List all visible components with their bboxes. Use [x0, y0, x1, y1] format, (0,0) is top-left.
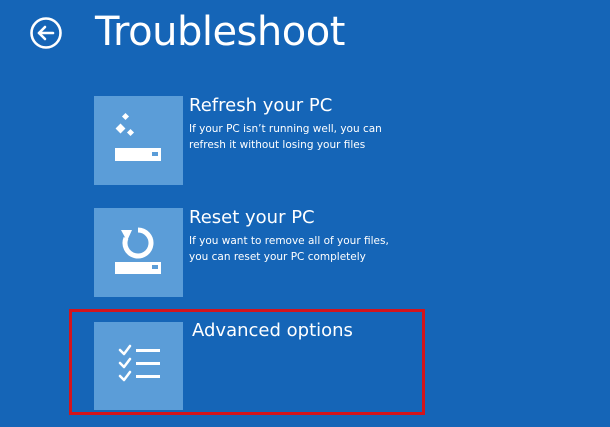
- reset-pc-icon: [115, 227, 161, 274]
- refresh-pc-title: Refresh your PC: [189, 95, 333, 116]
- refresh-pc-description: If your PC isn’t running well, you can r…: [189, 121, 382, 153]
- page-title: Troubleshoot: [95, 9, 345, 55]
- reset-pc-tile: [94, 208, 183, 297]
- refresh-pc-description-line: If your PC isn’t running well, you can: [189, 123, 382, 135]
- advanced-options-title: Advanced options: [192, 320, 353, 341]
- refresh-pc-description-line: refresh it without losing your files: [189, 139, 366, 151]
- reset-pc-description: If you want to remove all of your files,…: [189, 233, 389, 265]
- refresh-pc-icon: [115, 112, 161, 161]
- advanced-options-option[interactable]: Advanced options: [94, 320, 594, 414]
- refresh-pc-tile: [94, 96, 183, 185]
- back-arrow-icon: [30, 17, 62, 49]
- reset-pc-description-line: you can reset your PC completely: [189, 251, 366, 263]
- checklist-icon: [118, 344, 160, 382]
- refresh-pc-option[interactable]: Refresh your PC If your PC isn’t running…: [94, 95, 594, 188]
- reset-pc-description-line: If you want to remove all of your files,: [189, 235, 389, 247]
- reset-pc-option[interactable]: Reset your PC If you want to remove all …: [94, 207, 594, 300]
- back-button[interactable]: [29, 16, 63, 50]
- advanced-options-tile: [94, 322, 183, 410]
- reset-pc-title: Reset your PC: [189, 207, 315, 228]
